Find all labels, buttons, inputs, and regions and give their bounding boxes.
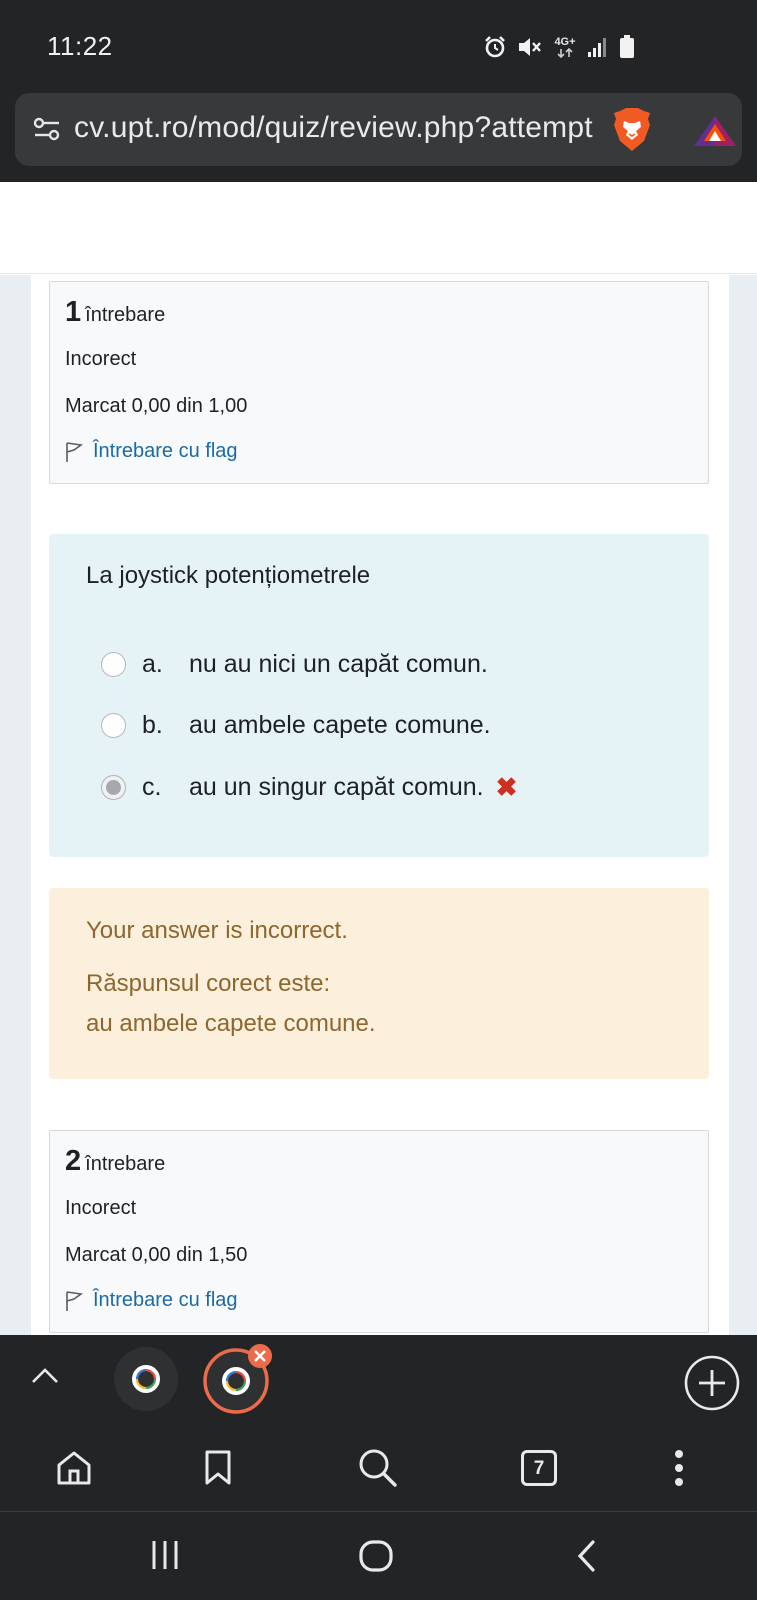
incorrect-icon: ✖ [495,772,518,802]
url-text[interactable]: cv.upt.ro/mod/quiz/review.php?attempt [74,111,594,145]
feedback-panel: Your answer is incorrect. Răspunsul core… [49,888,709,1079]
flag-question-link-2[interactable]: Întrebare cu flag [65,1289,238,1312]
correct-answer-text: au ambele capete comune. [86,1010,376,1037]
network-label: 4G+ [554,35,576,48]
correct-answer-label: Răspunsul corect este: [86,970,331,997]
browser-toolbar: cv.upt.ro/mod/quiz/review.php?attempt [0,90,757,182]
answer-letter-b: b. [142,711,163,739]
back-icon[interactable] [575,1539,599,1573]
flag-icon [66,1290,83,1311]
feedback-result: Your answer is incorrect. [86,917,348,944]
search-icon[interactable] [357,1447,399,1489]
question-info-2: 2 întrebare Incorect Marcat 0,00 din 1,50… [49,1130,709,1333]
question-number-1: 1 întrebare [65,296,166,328]
bat-rewards-icon[interactable] [693,115,737,147]
home-button-icon[interactable] [358,1539,394,1573]
question-text: La joystick potențiometrele [86,562,371,589]
question-info-1: 1 întrebare Incorect Marcat 0,00 din 1,00… [49,281,709,484]
status-bar: 11:22 4G+ [0,0,757,90]
answer-text-a[interactable]: nu au nici un capăt comun. [189,650,488,679]
question-state-1: Incorect [65,348,137,370]
more-menu-icon[interactable] [673,1448,685,1488]
answer-radio-c[interactable] [101,775,126,800]
signal-icon [588,38,606,57]
answer-option-b[interactable]: b. au ambele capete comune. [101,711,491,740]
status-time: 11:22 [47,31,113,61]
flag-question-link-1[interactable]: Întrebare cu flag [65,440,238,463]
site-settings-icon[interactable] [33,115,61,143]
question-grade-2: Marcat 0,00 din 1,50 [65,1244,248,1266]
flag-icon [66,441,83,462]
page-header-area [0,182,757,274]
answer-letter-a: a. [142,650,163,678]
network-indicator: 4G+ [553,35,577,58]
data-arrows-icon [557,47,573,58]
browser-bottom-nav: 7 [0,1421,757,1511]
recent-apps-icon[interactable] [149,1539,181,1571]
answer-text-b[interactable]: au ambele capete comune. [189,711,491,740]
question-number-2: 2 întrebare [65,1145,166,1177]
answer-option-c[interactable]: c. au un singur capăt comun. ✖ [101,772,517,803]
tab-count-button[interactable]: 7 [521,1450,557,1486]
system-navigation-bar [0,1511,757,1600]
flag-question-label-2[interactable]: Întrebare cu flag [93,1289,238,1312]
tab-strip [0,1335,757,1421]
mute-icon [519,38,541,56]
tab-thumbnail-active[interactable] [200,1343,276,1415]
alarm-icon [485,36,505,58]
question-grade-1: Marcat 0,00 din 1,00 [65,395,248,417]
tab-thumbnail-1[interactable] [113,1346,179,1412]
battery-icon [620,35,634,58]
flag-question-label-1[interactable]: Întrebare cu flag [93,440,238,463]
answer-text-c[interactable]: au un singur capăt comun. [189,773,484,802]
bookmark-icon[interactable] [204,1449,232,1487]
question-state-2: Incorect [65,1197,137,1219]
address-bar[interactable]: cv.upt.ro/mod/quiz/review.php?attempt [15,93,742,166]
answer-letter-c: c. [142,773,162,801]
screen: 11:22 4G+ cv.upt.ro/mod/quiz/review.php?… [0,0,757,1600]
status-icons: 4G+ [483,35,635,59]
home-icon[interactable] [55,1449,93,1487]
answer-radio-a[interactable] [101,652,126,677]
answer-radio-b[interactable] [101,713,126,738]
answer-option-a[interactable]: a. nu au nici un capăt comun. [101,650,488,679]
new-tab-icon[interactable] [683,1354,741,1412]
question-content: La joystick potențiometrele a. nu au nic… [49,534,709,857]
chevron-up-icon[interactable] [29,1365,61,1385]
brave-shield-icon[interactable] [612,107,652,153]
